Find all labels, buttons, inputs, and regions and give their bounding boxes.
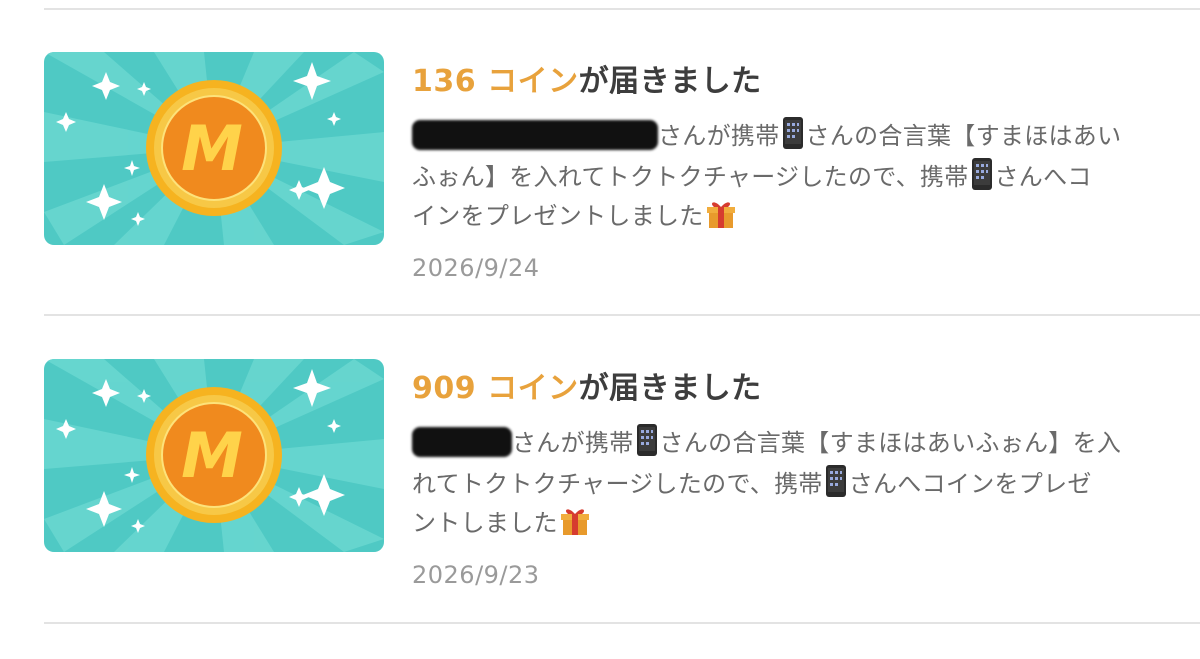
message-text: インをプレゼントしました: [412, 202, 704, 230]
mobile-phone-icon: [636, 424, 658, 465]
notification-message: さんが携帯 さんの合言葉【すまほはあいふぉん】を入 れてトクトクチャージしたので…: [412, 424, 1152, 545]
message-text: さんの合言葉【すまほはあい: [805, 122, 1122, 150]
coin-word: コイン: [487, 371, 579, 406]
redacted-sender-name: [412, 427, 512, 457]
gift-icon: [560, 506, 590, 545]
coin-banner-image: M: [44, 52, 384, 245]
coin-word: コイン: [487, 64, 579, 99]
notification-message: さんが携帯 さんの合言葉【すまほはあい ふぉん】を入れてトクトクチャージしたので…: [412, 117, 1152, 238]
coin-amount: 909: [412, 371, 477, 406]
svg-text:M: M: [181, 112, 243, 185]
notification-date: 2026/9/23: [412, 561, 540, 589]
notification-item[interactable]: M 909 コインが届きました さんが携帯 さんの合言葉【すまほはあいふぉん】を…: [0, 307, 1200, 607]
message-text: ふぉん】を入れてトクトクチャージしたので、携帯: [412, 163, 969, 191]
message-text: さんへコ: [994, 163, 1092, 191]
message-text: さんが携帯: [658, 122, 780, 150]
mobile-phone-icon: [971, 158, 993, 199]
message-text: さんへコインをプレゼ: [848, 470, 1092, 498]
coin-banner-image: M: [44, 359, 384, 552]
notification-title: 909 コインが届きました: [412, 363, 762, 407]
title-suffix: が届きました: [578, 371, 762, 406]
gift-icon: [706, 199, 736, 238]
mobile-phone-icon: [782, 117, 804, 158]
redacted-sender-name: [412, 120, 658, 150]
bottom-divider: [44, 622, 1200, 624]
mobile-phone-icon: [825, 465, 847, 506]
notification-title: 136 コインが届きました: [412, 56, 762, 100]
message-text: れてトクトクチャージしたので、携帯: [412, 470, 823, 498]
coin-amount: 136: [412, 64, 477, 99]
message-text: ントしました: [412, 509, 558, 537]
svg-text:M: M: [181, 419, 243, 492]
message-text: さんの合言葉【すまほはあいふぉん】を入: [659, 429, 1122, 457]
notification-item[interactable]: M 136 コインが届きました さんが携帯 さんの合言葉【すまほはあい ふぉん】…: [0, 0, 1200, 300]
message-text: さんが携帯: [512, 429, 634, 457]
notification-date: 2026/9/24: [412, 254, 540, 282]
title-suffix: が届きました: [578, 64, 762, 99]
